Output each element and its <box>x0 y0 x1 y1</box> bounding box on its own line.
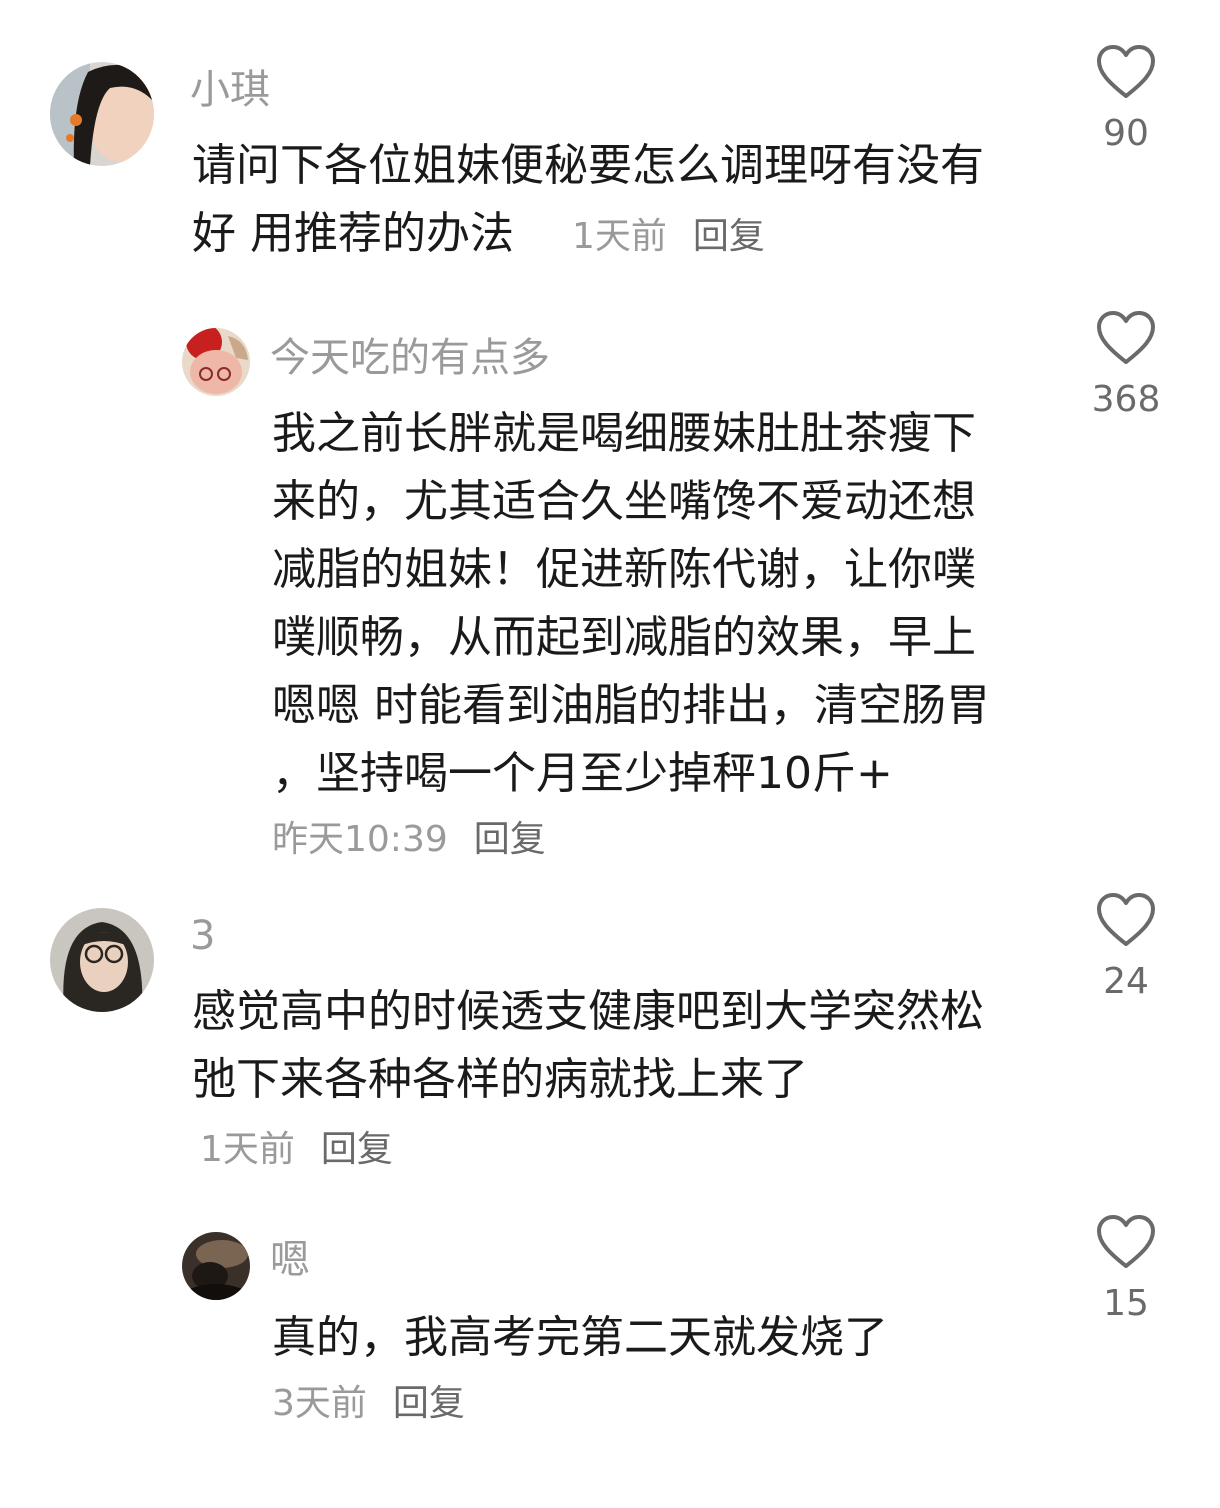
comment-text: 请问下各位姐妹便秘要怎么调理呀有没有 好 用推荐的办法 1天前 回复 <box>192 132 984 271</box>
comment-meta: 昨天10:39 回复 <box>272 818 546 862</box>
comment-item: 嗯 真的，我高考完第二天就发烧了 3天前 回复 15 <box>0 1200 1220 1508</box>
username[interactable]: 今天吃的有点多 <box>270 334 550 382</box>
comment-text-line: 请问下各位姐妹便秘要怎么调理呀有没有 <box>192 140 984 191</box>
timestamp: 1天前 <box>200 1129 295 1170</box>
avatar-photo <box>182 328 250 396</box>
reply-button[interactable]: 回复 <box>474 819 546 860</box>
like-button[interactable]: 15 <box>1066 1214 1186 1326</box>
like-button[interactable]: 90 <box>1066 44 1186 156</box>
comment-text-line: 真的，我高考完第二天就发烧了 <box>272 1312 888 1363</box>
comment-item: 今天吃的有点多 我之前长胖就是喝细腰妹肚肚茶瘦下 来的，尤其适合久坐嘴馋不爱动还… <box>0 290 1220 880</box>
comment-text-line: 嗯嗯 时能看到油脂的排出，清空肠胃 <box>272 680 990 731</box>
avatar-photo <box>50 62 154 166</box>
comment-text: 我之前长胖就是喝细腰妹肚肚茶瘦下 来的，尤其适合久坐嘴馋不爱动还想 减脂的姐妹！… <box>272 400 990 808</box>
like-count: 15 <box>1103 1283 1149 1324</box>
like-count: 90 <box>1103 113 1149 154</box>
heart-outline-icon <box>1097 311 1155 364</box>
comment-meta: 1天前 回复 <box>200 1128 393 1172</box>
comment-text-line: 减脂的姐妹！促进新陈代谢，让你噗 <box>272 544 976 595</box>
avatar-photo <box>182 1232 250 1300</box>
heart-outline-icon <box>1097 1215 1155 1268</box>
timestamp: 1天前 <box>572 216 667 257</box>
username[interactable]: 嗯 <box>270 1236 310 1284</box>
avatar[interactable] <box>182 1232 250 1300</box>
comment-text: 感觉高中的时候透支健康吧到大学突然松 弛下来各种各样的病就找上来了 <box>192 978 984 1114</box>
like-count: 24 <box>1103 961 1149 1002</box>
avatar-photo <box>50 908 154 1012</box>
avatar[interactable] <box>50 62 154 166</box>
comment-text-line: ，坚持喝一个月至少掉秤10斤+ <box>272 748 893 799</box>
comment-text-line: 来的，尤其适合久坐嘴馋不爱动还想 <box>272 476 976 527</box>
avatar[interactable] <box>182 328 250 396</box>
comment-text-line: 好 用推荐的办法 1天前 回复 <box>192 200 984 271</box>
like-button[interactable]: 368 <box>1066 310 1186 422</box>
comment-meta: 3天前 回复 <box>272 1382 465 1426</box>
heart-outline-icon <box>1097 45 1155 98</box>
comment-text-line: 噗顺畅，从而起到减脂的效果，早上 <box>272 612 976 663</box>
comment-item: 3 感觉高中的时候透支健康吧到大学突然松 弛下来各种各样的病就找上来了 1天前回… <box>0 880 1220 1200</box>
username[interactable]: 3 <box>190 912 215 960</box>
timestamp: 昨天10:39 <box>272 819 448 860</box>
reply-button[interactable]: 回复 <box>321 1129 393 1170</box>
comment-text-line: 我之前长胖就是喝细腰妹肚肚茶瘦下 <box>272 408 976 459</box>
timestamp: 3天前 <box>272 1383 367 1424</box>
comment-text-line: 感觉高中的时候透支健康吧到大学突然松 <box>192 986 984 1037</box>
comment-text-fragment: 好 用推荐的办法 <box>192 208 514 259</box>
like-count: 368 <box>1091 379 1161 420</box>
comment-meta: 1天前 回复 <box>572 216 765 257</box>
avatar[interactable] <box>50 908 154 1012</box>
like-button[interactable]: 24 <box>1066 892 1186 1004</box>
username[interactable]: 小琪 <box>190 66 270 114</box>
reply-button[interactable]: 回复 <box>693 216 765 257</box>
comment-item: 小琪 请问下各位姐妹便秘要怎么调理呀有没有 好 用推荐的办法 1天前 回复 90 <box>0 0 1220 290</box>
heart-outline-icon <box>1097 893 1155 946</box>
reply-button[interactable]: 回复 <box>393 1383 465 1424</box>
comment-text-line: 弛下来各种各样的病就找上来了 <box>192 1054 808 1105</box>
comment-text: 真的，我高考完第二天就发烧了 <box>272 1304 888 1372</box>
